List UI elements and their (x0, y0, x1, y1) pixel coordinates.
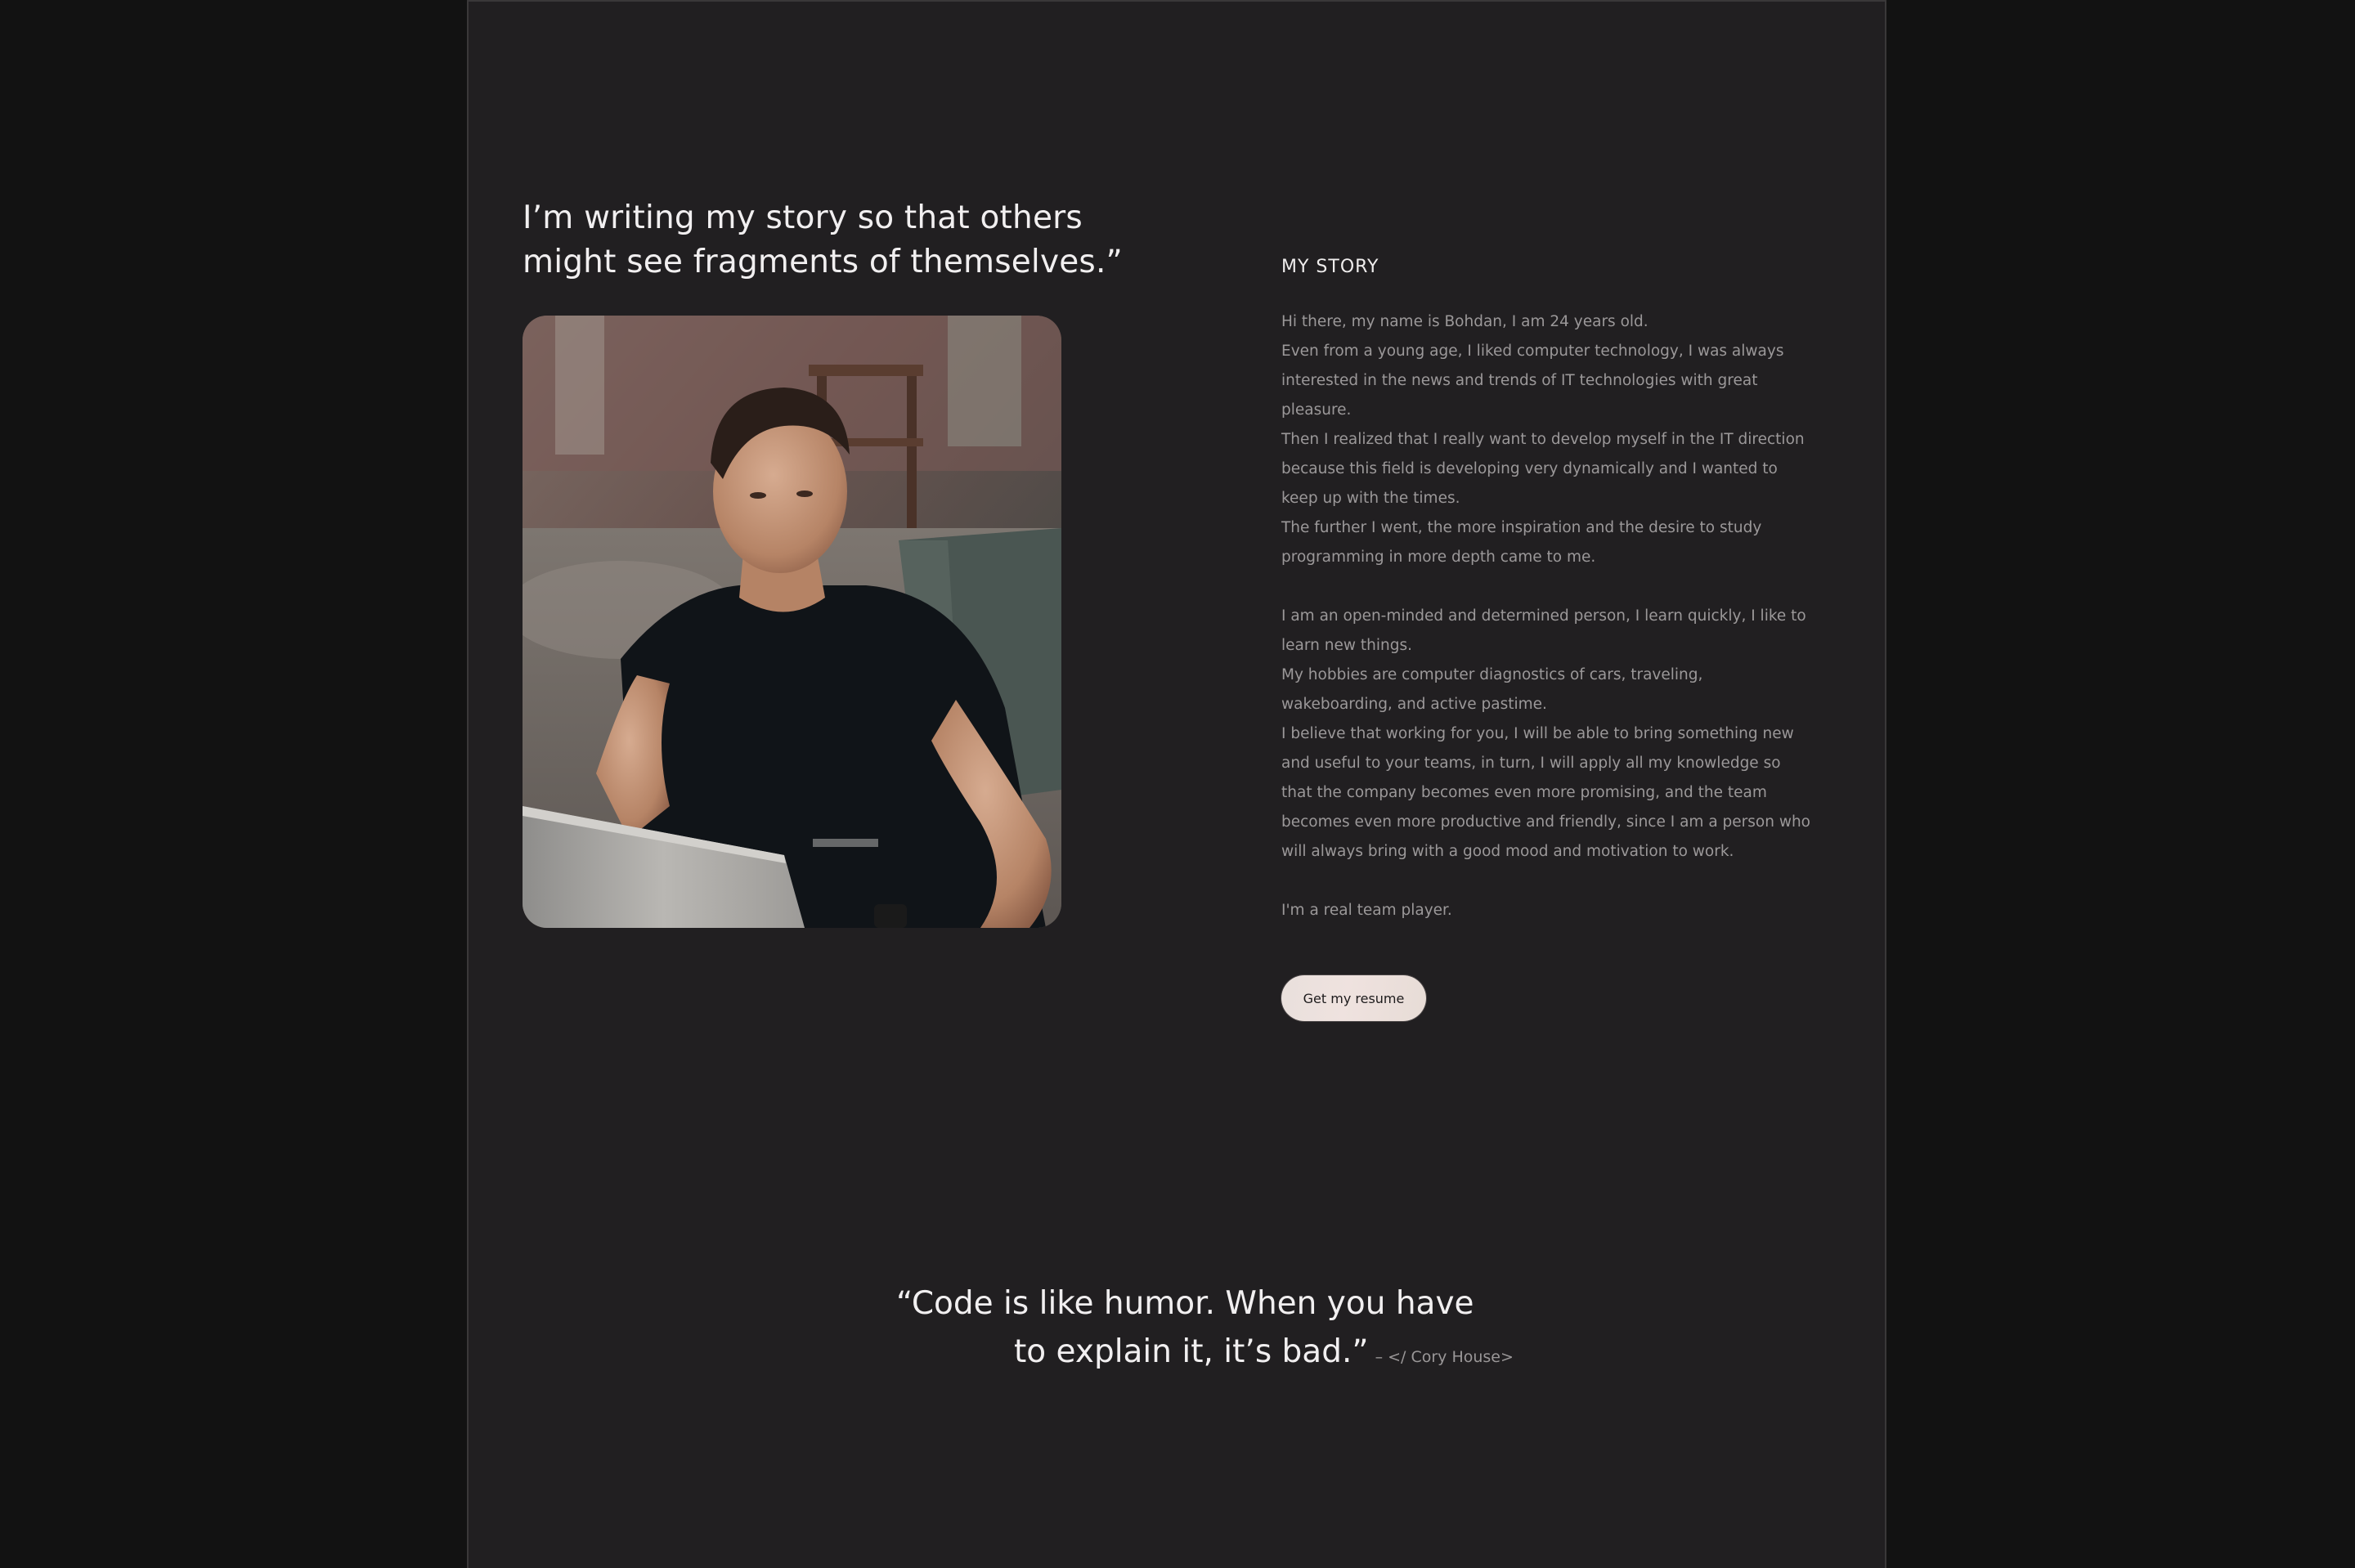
story-paragraph: Then I realized that I really want to de… (1281, 431, 1805, 507)
quote-line-2: to explain it, it’s bad.” – </ Cory House… (818, 1328, 1537, 1382)
quote-block: “Code is like humor. When you have to ex… (818, 1279, 1537, 1382)
quote-author: – </ Cory House> (1375, 1348, 1514, 1366)
story-body: Hi there, my name is Bohdan, I am 24 yea… (1281, 307, 1813, 925)
story-paragraph: My hobbies are computer diagnostics of c… (1281, 666, 1703, 713)
page: I’m writing my story so that others migh… (0, 0, 2355, 1568)
story-paragraph: The further I went, the more inspiration… (1281, 519, 1762, 566)
headline-line-2: might see fragments of themselves.” (523, 244, 1123, 280)
story-closing: I'm a real team player. (1281, 902, 1452, 919)
get-resume-button[interactable]: Get my resume (1281, 975, 1426, 1021)
about-headline: I’m writing my story so that others migh… (523, 196, 1144, 284)
story-paragraph: Even from a young age, I liked computer … (1281, 343, 1784, 419)
profile-photo (523, 316, 1061, 928)
story-paragraph: I believe that working for you, I will b… (1281, 725, 1811, 860)
story-title: MY STORY (1281, 257, 1379, 277)
profile-photo-illustration (523, 316, 1061, 928)
story-paragraph: I am an open-minded and determined perso… (1281, 607, 1806, 654)
story-paragraph: Hi there, my name is Bohdan, I am 24 yea… (1281, 313, 1648, 330)
quote-line-2-text: to explain it, it’s bad.” (1014, 1333, 1369, 1370)
quote-line-1: “Code is like humor. When you have (896, 1285, 1474, 1322)
headline-line-1: I’m writing my story so that others (523, 199, 1083, 236)
